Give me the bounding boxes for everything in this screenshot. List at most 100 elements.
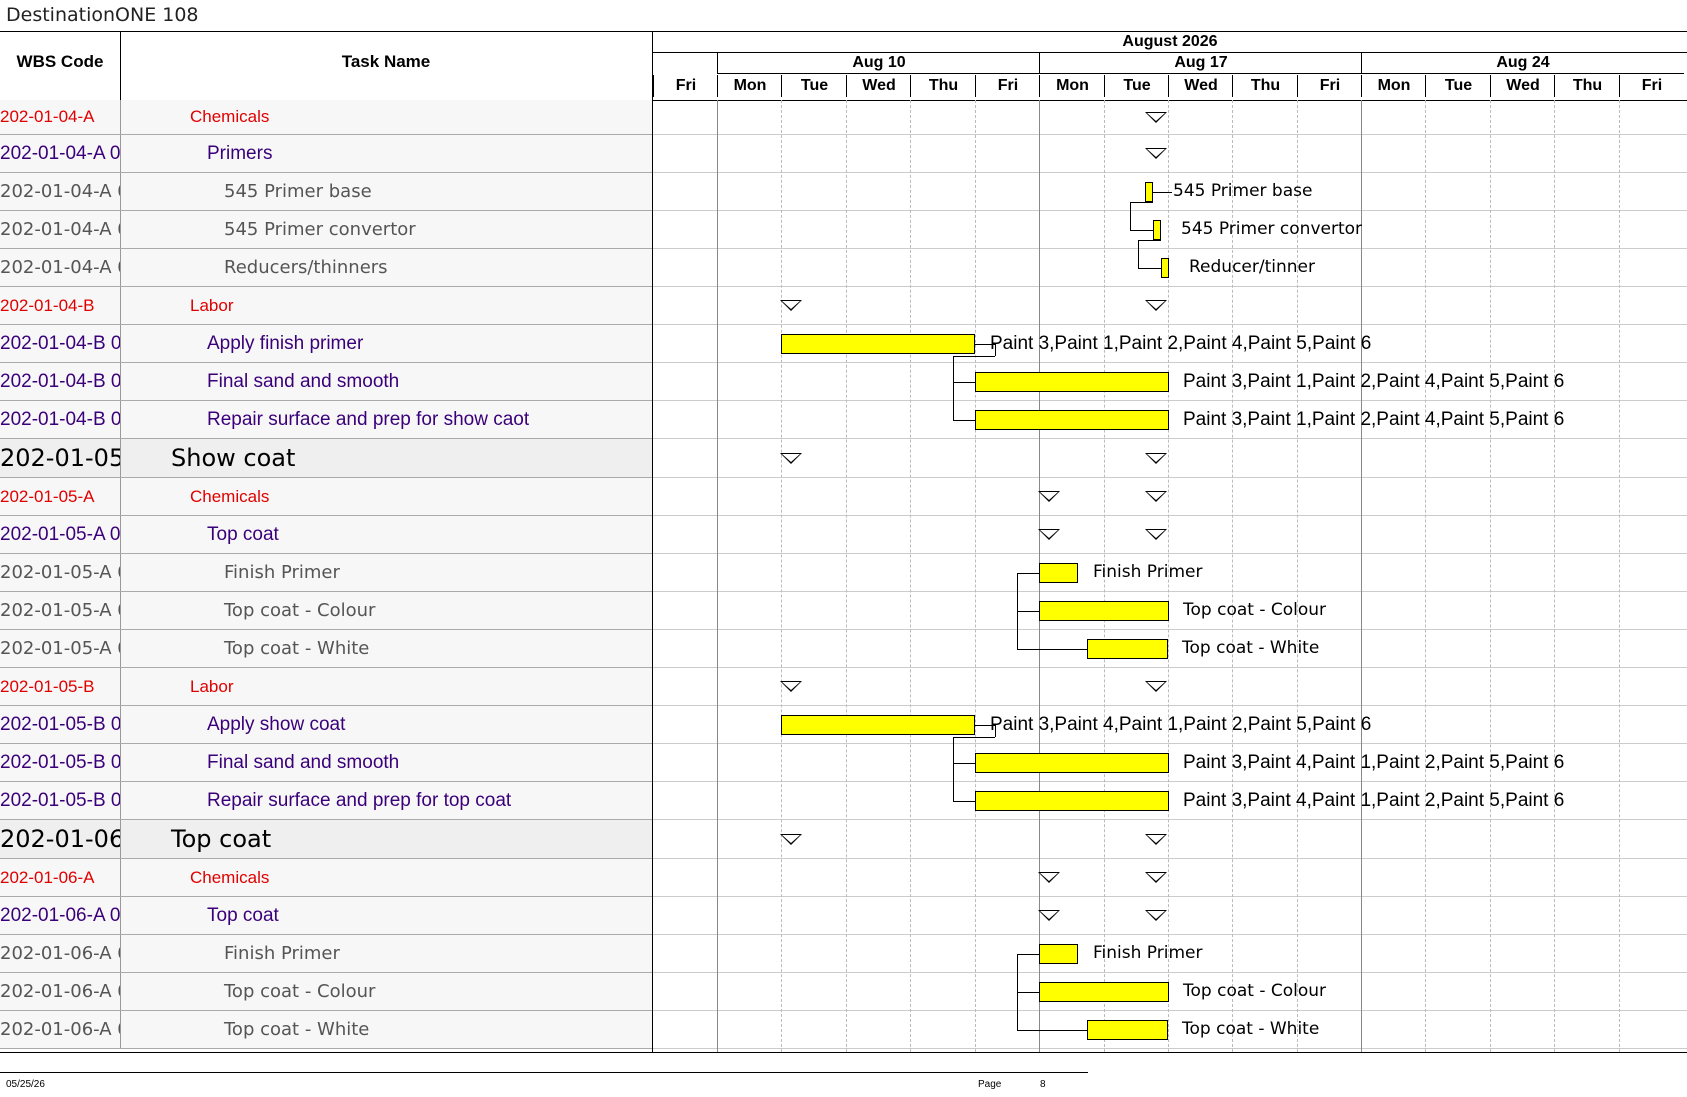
table-row[interactable]: 202-01-04-B 01 Repair surface and prep fo…	[0, 401, 652, 439]
task-name-cell: Top coat	[171, 825, 272, 853]
table-row[interactable]: 202-01-04-A 01545 Primer convertor	[0, 211, 652, 249]
table-row[interactable]: 202-01-05 Show coat	[0, 439, 652, 478]
dependency-line	[953, 356, 995, 357]
week-header: Aug 17	[1039, 53, 1362, 74]
footer-date: 05/25/26	[6, 1079, 45, 1090]
summary-marker-icon	[1145, 681, 1167, 692]
dependency-line	[953, 737, 995, 738]
task-bar[interactable]	[1039, 982, 1169, 1002]
dependency-line	[1017, 573, 1039, 574]
wbs-code-cell: 202-01-04-B	[0, 295, 95, 315]
summary-marker-icon	[1145, 910, 1167, 921]
task-bar[interactable]	[1039, 563, 1078, 583]
table-row[interactable]: 202-01-05-B 01 Final sand and smooth	[0, 744, 652, 782]
task-name-cell: Labor	[190, 676, 234, 696]
day-gridline	[1425, 100, 1426, 1052]
table-row[interactable]: 202-01-06-A Chemicals	[0, 859, 652, 897]
day-gridline	[975, 100, 976, 1052]
dependency-line	[953, 763, 975, 764]
dependency-line	[1130, 230, 1153, 231]
table-row[interactable]: 202-01-06-A 01Top coat - Colour	[0, 973, 652, 1011]
task-bar[interactable]	[1039, 601, 1169, 621]
task-name-cell: Final sand and smooth	[207, 370, 400, 392]
table-row[interactable]: 202-01-04-A Chemicals	[0, 100, 652, 135]
table-row[interactable]: 202-01-05-B 01 Repair surface and prep fo…	[0, 782, 652, 820]
summary-marker-icon	[780, 452, 802, 464]
dependency-line	[1130, 202, 1153, 203]
wbs-code-cell: 202-01-04-A	[0, 107, 95, 126]
task-bar[interactable]	[1087, 639, 1168, 659]
bar-label: Paint 3,Paint 1,Paint 2,Paint 4,Paint 5,…	[1183, 371, 1565, 392]
task-bar[interactable]	[1087, 1020, 1168, 1040]
task-bar[interactable]	[975, 410, 1169, 430]
wbs-code-cell: 202-01-04-A 01	[0, 257, 120, 278]
dependency-line	[953, 356, 954, 420]
summary-marker-icon	[1038, 872, 1060, 883]
table-row[interactable]: 202-01-06-A 01Top coat - White	[0, 1011, 652, 1049]
task-bar[interactable]	[1039, 944, 1078, 964]
day-header: Fri	[975, 75, 1040, 97]
table-row[interactable]: 202-01-05-A 01Top coat - Colour	[0, 592, 652, 630]
chart-row	[653, 630, 1687, 668]
task-name-cell: Apply finish primer	[207, 332, 364, 354]
summary-marker-icon	[1145, 300, 1167, 311]
day-header: Wed	[1168, 75, 1233, 97]
week-header: Aug 24	[1361, 53, 1684, 74]
table-row[interactable]: 202-01-05-B 01 Apply show coat	[0, 706, 652, 744]
table-row[interactable]: 202-01-05-A 01Top coat - White	[0, 630, 652, 668]
wbs-code-cell: 202-01-05-B 01	[0, 713, 120, 735]
task-bar[interactable]	[781, 334, 975, 354]
task-bar[interactable]	[1153, 220, 1161, 240]
table-row[interactable]: 202-01-04-B 01 Final sand and smooth	[0, 363, 652, 401]
summary-marker-icon	[1038, 529, 1060, 540]
task-name-cell: Top coat	[207, 904, 279, 926]
summary-marker-icon	[780, 300, 802, 311]
task-bar[interactable]	[1161, 258, 1169, 278]
bar-label: Paint 3,Paint 1,Paint 2,Paint 4,Paint 5,…	[990, 333, 1372, 354]
week-header: Aug 10	[717, 53, 1040, 74]
table-row[interactable]: 202-01-04-A 01Reducers/thinners	[0, 249, 652, 287]
task-bar[interactable]	[975, 791, 1169, 811]
chart-row	[653, 249, 1687, 287]
chart-row	[653, 100, 1687, 135]
wbs-code-cell: 202-01-06-A 01	[0, 1019, 120, 1040]
wbs-code-cell: 202-01-04-B 01	[0, 332, 120, 354]
table-row[interactable]: 202-01-04-A 01 Primers	[0, 135, 652, 173]
table-row[interactable]: 202-01-04-B 01 Apply finish primer	[0, 325, 652, 363]
wbs-code-cell: 202-01-06-A	[0, 867, 95, 887]
summary-marker-icon	[1145, 833, 1167, 845]
table-row[interactable]: 202-01-05-A 01 Top coat	[0, 516, 652, 554]
task-name-cell: Final sand and smooth	[207, 751, 400, 773]
bar-label: Paint 3,Paint 4,Paint 1,Paint 2,Paint 5,…	[1183, 790, 1565, 811]
day-header: Fri	[1297, 75, 1362, 97]
table-row[interactable]: 202-01-06-A 01 Top coat	[0, 897, 652, 935]
table-row[interactable]: 202-01-04-B Labor	[0, 287, 652, 325]
dependency-line	[1017, 992, 1039, 993]
bar-label: 545 Primer base	[1173, 181, 1313, 201]
dependency-line	[995, 344, 996, 356]
bar-label: Reducer/tinner	[1189, 257, 1315, 277]
day-header: Wed	[1490, 75, 1555, 97]
table-row[interactable]: 202-01-06 Top coat	[0, 820, 652, 859]
bar-label: Top coat - Colour	[1183, 600, 1327, 620]
wbs-code-cell: 202-01-05-B	[0, 676, 95, 696]
task-column-header[interactable]: Task Name	[121, 52, 651, 72]
task-bar[interactable]	[975, 372, 1169, 392]
bar-label: Top coat - White	[1182, 1019, 1320, 1039]
bar-label: Finish Primer	[1093, 943, 1203, 963]
task-bar[interactable]	[781, 715, 975, 735]
wbs-code-cell: 202-01-04-A 01	[0, 219, 120, 240]
wbs-column-header[interactable]: WBS Code	[0, 52, 120, 72]
dependency-line	[1130, 202, 1131, 230]
table-row[interactable]: 202-01-04-A 01545 Primer base	[0, 173, 652, 211]
header-region: WBS Code Task Name August 2026 Aug 10 Aug…	[0, 32, 1687, 101]
summary-marker-icon	[780, 833, 802, 845]
task-name-cell: Primers	[207, 142, 273, 164]
table-row[interactable]: 202-01-05-B Labor	[0, 668, 652, 706]
dependency-line	[1138, 268, 1161, 269]
table-row[interactable]: 202-01-06-A 01Finish Primer	[0, 935, 652, 973]
task-bar[interactable]	[975, 753, 1169, 773]
task-bar[interactable]	[1145, 182, 1153, 202]
table-row[interactable]: 202-01-05-A Chemicals	[0, 478, 652, 516]
table-row[interactable]: 202-01-05-A 01Finish Primer	[0, 554, 652, 592]
